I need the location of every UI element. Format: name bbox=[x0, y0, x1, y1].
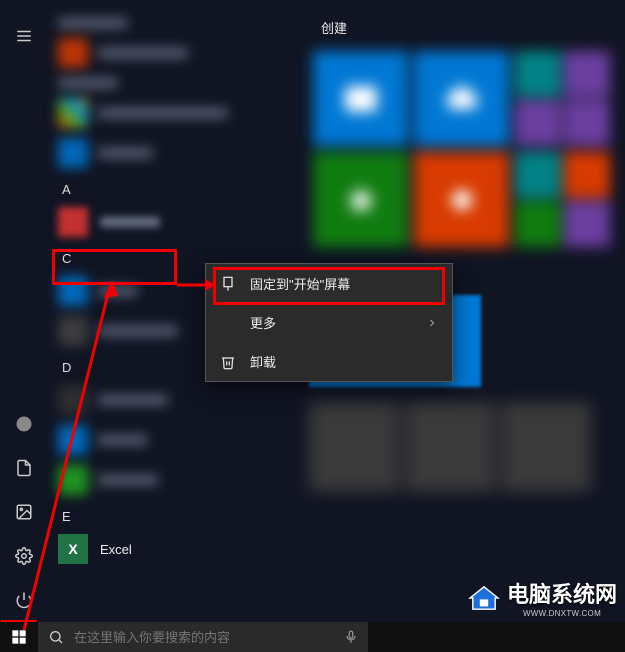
taskbar-search[interactable] bbox=[38, 622, 368, 652]
tile[interactable] bbox=[309, 402, 399, 492]
app-item-excel[interactable]: X Excel bbox=[48, 528, 303, 570]
list-item[interactable] bbox=[48, 421, 303, 459]
tile[interactable] bbox=[515, 152, 561, 198]
pin-icon bbox=[220, 276, 236, 292]
microphone-icon[interactable] bbox=[344, 630, 358, 644]
list-item[interactable] bbox=[48, 461, 303, 499]
ctx-label: 卸载 bbox=[250, 352, 276, 371]
documents-icon[interactable] bbox=[0, 446, 48, 490]
search-icon bbox=[48, 629, 64, 645]
watermark-sub: WWW.DNXTW.COM bbox=[507, 609, 617, 618]
ctx-label: 固定到"开始"屏幕 bbox=[250, 274, 350, 293]
tile[interactable] bbox=[414, 152, 509, 247]
hamburger-icon[interactable] bbox=[0, 14, 48, 58]
tile[interactable] bbox=[313, 152, 408, 247]
list-item[interactable] bbox=[48, 34, 303, 72]
power-icon[interactable] bbox=[0, 578, 48, 622]
tile[interactable] bbox=[501, 402, 591, 492]
tile[interactable] bbox=[564, 51, 610, 97]
tile[interactable] bbox=[414, 51, 509, 146]
tile[interactable] bbox=[564, 152, 610, 198]
section-header-a[interactable]: A bbox=[48, 174, 303, 201]
app-item-a[interactable] bbox=[48, 201, 303, 243]
watermark: 电脑系统网 WWW.DNXTW.COM bbox=[467, 577, 617, 618]
house-logo-icon bbox=[467, 584, 501, 612]
watermark-title: 电脑系统网 bbox=[507, 577, 617, 609]
tile[interactable] bbox=[515, 51, 561, 97]
list-item[interactable] bbox=[48, 94, 303, 132]
tiles-group-title[interactable]: 创建 bbox=[321, 18, 615, 37]
tile[interactable] bbox=[564, 100, 610, 146]
user-avatar-icon[interactable] bbox=[0, 402, 48, 446]
chevron-right-icon bbox=[426, 317, 438, 329]
search-input[interactable] bbox=[74, 630, 334, 645]
section-header-e[interactable]: E bbox=[48, 501, 303, 528]
list-item[interactable] bbox=[48, 381, 303, 419]
pictures-icon[interactable] bbox=[0, 490, 48, 534]
start-left-rail bbox=[0, 0, 48, 622]
trash-icon bbox=[220, 354, 236, 370]
tile[interactable] bbox=[564, 201, 610, 247]
list-item[interactable] bbox=[48, 134, 303, 172]
settings-gear-icon[interactable] bbox=[0, 534, 48, 578]
tile[interactable] bbox=[515, 201, 561, 247]
start-button[interactable] bbox=[0, 622, 38, 652]
taskbar bbox=[0, 622, 625, 652]
tile[interactable] bbox=[515, 100, 561, 146]
app-label-excel: Excel bbox=[100, 542, 132, 557]
tile[interactable] bbox=[313, 51, 408, 146]
windows-logo-icon bbox=[11, 629, 27, 645]
ctx-more[interactable]: 更多 bbox=[206, 303, 452, 342]
context-menu: 固定到"开始"屏幕 更多 卸载 bbox=[205, 263, 453, 382]
tile[interactable] bbox=[405, 402, 495, 492]
ctx-label: 更多 bbox=[250, 313, 276, 332]
ctx-uninstall[interactable]: 卸载 bbox=[206, 342, 452, 381]
ctx-pin-to-start[interactable]: 固定到"开始"屏幕 bbox=[206, 264, 452, 303]
